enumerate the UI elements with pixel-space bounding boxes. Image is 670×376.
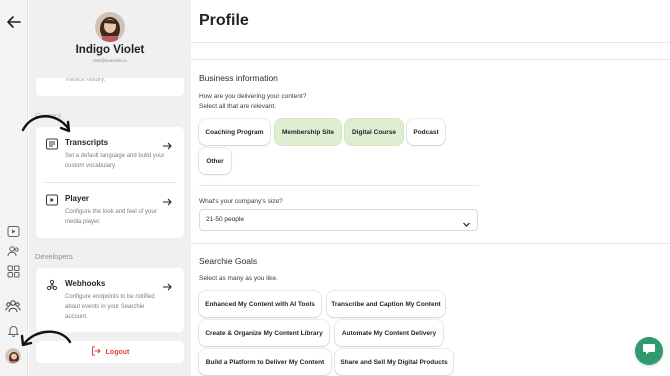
content-settings-card: Transcripts Set a default language and b… [36, 127, 184, 238]
transcript-icon [46, 137, 58, 150]
user-email: test@searchie.io [93, 58, 127, 63]
settings-sidebar: invoice history. Indigo Violet test@sear… [29, 0, 191, 376]
goals-hint: Select as many as you like. [199, 275, 278, 282]
goal-transcribe-caption[interactable]: Transcribe and Caption My Content [327, 291, 445, 317]
developer-settings-card: Webhooks Configure endpoints to be notif… [36, 268, 184, 332]
arrow-right-icon [162, 138, 172, 150]
option-coaching-program[interactable]: Coaching Program [199, 119, 270, 145]
goals-heading: Searchie Goals [199, 256, 258, 266]
arrow-right-icon [162, 279, 172, 291]
sidebar-item-desc: Set a default language and build your cu… [65, 153, 165, 169]
profile-main: Profile Business information How are you… [191, 0, 670, 376]
user-avatar-small[interactable] [5, 348, 21, 364]
option-other[interactable]: Other [199, 148, 231, 174]
media-icon[interactable] [5, 223, 21, 239]
icon-rail [0, 0, 28, 376]
sidebar-item-title: Player [65, 194, 90, 203]
webhook-icon [46, 278, 58, 291]
team-icon[interactable] [4, 297, 22, 315]
company-size-question: What's your company's size? [199, 198, 283, 205]
sidebar-item-player[interactable]: Player Configure the look and feel of yo… [36, 183, 184, 237]
chat-launcher-button[interactable] [635, 337, 663, 365]
apps-grid-icon[interactable] [5, 263, 21, 279]
logout-icon [91, 343, 101, 361]
business-info-heading: Business information [199, 73, 278, 83]
page-title: Profile [199, 12, 249, 29]
goal-enhance-ai[interactable]: Enhanced My Content with AI Tools [199, 291, 321, 317]
goal-organize-library[interactable]: Create & Organize My Content Library [199, 320, 329, 346]
sidebar-item-title: Transcripts [65, 138, 109, 147]
option-membership-site[interactable]: Membership Site [275, 119, 341, 145]
users-icon[interactable] [5, 243, 21, 259]
field-divider [199, 185, 479, 186]
section-label-developers: Developers [35, 252, 73, 261]
section-divider [191, 243, 670, 244]
sidebar-item-desc: Configure the look and feel of your medi… [65, 209, 157, 225]
user-avatar [95, 12, 125, 42]
sidebar-item-desc: Configure endpoints to be notified about… [65, 294, 155, 320]
chat-bubble-icon [642, 342, 656, 361]
option-digital-course[interactable]: Digital Course [345, 119, 403, 145]
back-arrow-icon[interactable] [4, 12, 24, 32]
sidebar-item-title: Webhooks [65, 279, 106, 288]
delivery-question: How are you delivering your content? [199, 93, 307, 100]
header-divider [191, 42, 670, 43]
delivery-hint: Select all that are relevant. [199, 103, 276, 110]
player-icon [46, 193, 58, 206]
section-label-content: Content [35, 111, 62, 120]
option-podcast[interactable]: Podcast [407, 119, 445, 145]
sidebar-item-webhooks[interactable]: Webhooks Configure endpoints to be notif… [36, 268, 184, 332]
notification-bell-icon[interactable] [5, 322, 21, 338]
section-divider [191, 59, 670, 60]
company-size-value: 21-50 people [206, 216, 244, 223]
goal-build-platform[interactable]: Build a Platform to Deliver My Content [199, 349, 331, 375]
arrow-right-icon [162, 194, 172, 206]
goal-automate-delivery[interactable]: Automate My Content Delivery [335, 320, 443, 346]
goal-share-sell[interactable]: Share and Sell My Digital Products [335, 349, 453, 375]
company-size-select[interactable]: 21-50 people [199, 209, 478, 231]
chevron-down-icon [462, 216, 471, 227]
logout-label: Logout [105, 348, 130, 356]
sidebar-item-transcripts[interactable]: Transcripts Set a default language and b… [36, 127, 184, 181]
user-header: Indigo Violet test@searchie.io [29, 0, 191, 78]
user-name: Indigo Violet [75, 44, 145, 56]
logout-button[interactable]: Logout [36, 341, 184, 363]
